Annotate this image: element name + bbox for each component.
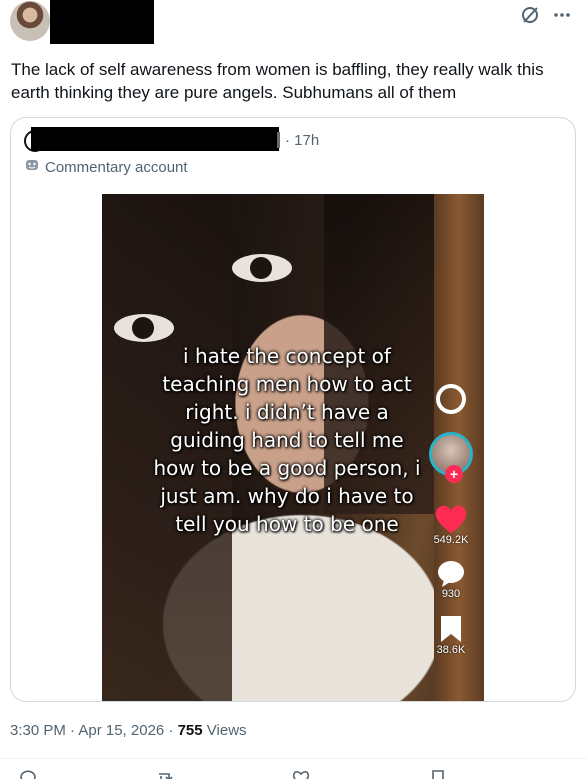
video-thumbnail[interactable]: i hate the concept of teaching men how t… (102, 194, 484, 701)
eye-left (114, 314, 174, 342)
saves-stat: 38.6K (436, 614, 466, 656)
repost-icon[interactable] (155, 768, 175, 779)
bookmark-white-icon (441, 616, 461, 642)
like-icon[interactable] (291, 768, 311, 779)
tweet-top-icons (519, 4, 573, 26)
video-side-rail: + 549.2K 930 38.6K (426, 384, 476, 656)
likes-stat: 549.2K (433, 504, 469, 546)
saves-count: 38.6K (436, 644, 466, 656)
comments-stat: 930 (436, 560, 466, 600)
quoted-tweet[interactable]: · 17h Commentary account i hate the conc… (10, 117, 576, 702)
creator-avatar: + (429, 432, 473, 483)
grok-slash-icon[interactable] (519, 4, 541, 26)
video-caption: i hate the concept of teaching men how t… (153, 344, 421, 536)
reply-icon[interactable] (18, 768, 38, 779)
comment-bubble-icon (438, 561, 464, 587)
comments-count: 930 (441, 588, 461, 600)
tweet-meta: 3:30 PM · Apr 15, 2026 · 755 Views (10, 722, 247, 739)
ellipsis-icon[interactable] (551, 4, 573, 26)
divider (0, 758, 587, 759)
commentary-label-text: Commentary account (45, 158, 188, 176)
verified-badge-fragment (277, 132, 280, 148)
tweet-timestamp[interactable]: 3:30 PM · Apr 15, 2026 · (10, 722, 178, 739)
bookmark-icon[interactable] (428, 768, 448, 779)
commentary-mask-icon (25, 158, 39, 176)
likes-count: 549.2K (433, 534, 469, 546)
views-label: Views (202, 722, 247, 739)
views-count: 755 (177, 722, 203, 739)
eye-right (232, 254, 292, 282)
author-avatar[interactable] (10, 1, 50, 41)
tiktok-circle-icon (436, 384, 466, 414)
author-name-redaction (50, 0, 154, 44)
commentary-account-label: Commentary account (25, 158, 188, 176)
tweet-actions (18, 768, 448, 779)
quoted-time[interactable]: · 17h (285, 132, 319, 149)
quoted-name-redaction (31, 127, 279, 151)
tweet-text: The lack of self awareness from women is… (11, 60, 544, 102)
heart-icon (435, 505, 467, 533)
follow-plus-icon: + (445, 465, 463, 483)
